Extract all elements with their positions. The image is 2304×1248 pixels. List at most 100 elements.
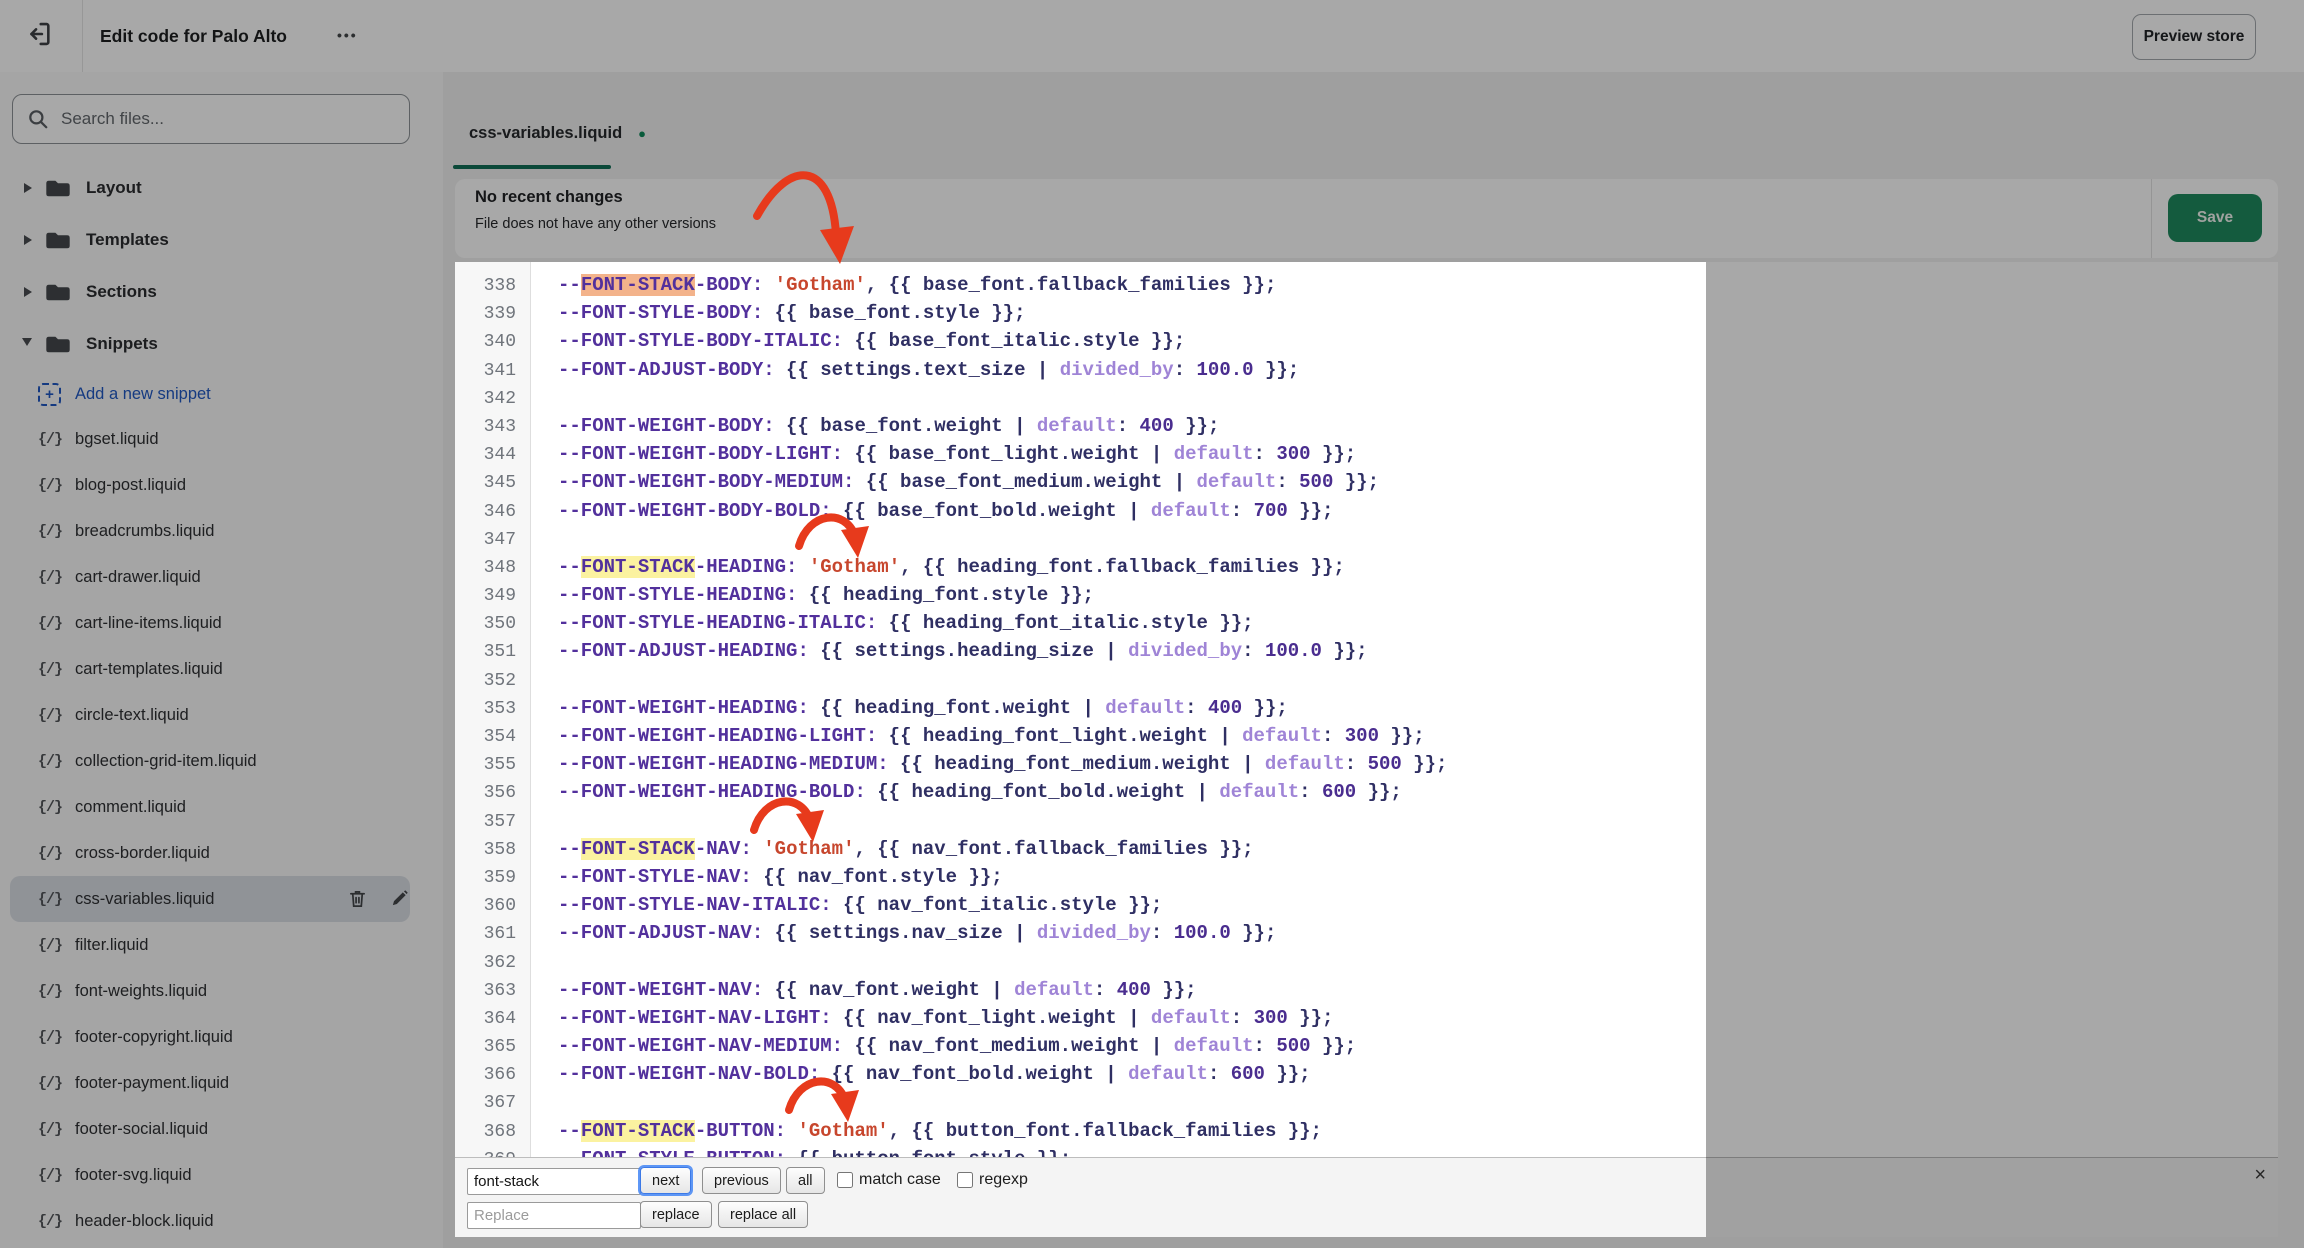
folder-label: Sections — [86, 282, 157, 302]
file-item-cart-line-items[interactable]: {/}cart-line-items.liquid — [10, 600, 410, 646]
code-line-360: 360--FONT-STYLE-NAV-ITALIC: {{ nav_font_… — [455, 891, 2278, 919]
line-number: 347 — [455, 526, 530, 554]
code-file-icon: {/} — [38, 477, 62, 494]
replace-button[interactable]: replace — [640, 1201, 712, 1228]
file-item-cross-border[interactable]: {/}cross-border.liquid — [10, 830, 410, 876]
code-line-358: 358--FONT-STACK-NAV: 'Gotham', {{ nav_fo… — [455, 835, 2278, 863]
code-editor[interactable]: 338--FONT-STACK-BODY: 'Gotham', {{ base_… — [455, 262, 2278, 1237]
code-file-icon: {/} — [38, 1075, 62, 1092]
file-item-bgset[interactable]: {/}bgset.liquid — [10, 416, 410, 462]
sidebar-folder-sections[interactable]: Sections — [0, 267, 443, 317]
line-number: 348 — [455, 554, 530, 582]
replace-input[interactable] — [467, 1202, 641, 1229]
sidebar-folder-layout[interactable]: Layout — [0, 163, 443, 213]
code-file-icon: {/} — [38, 431, 62, 448]
file-item-footer-svg[interactable]: {/}footer-svg.liquid — [10, 1152, 410, 1198]
line-number: 361 — [455, 920, 530, 948]
file-item-filter[interactable]: {/}filter.liquid — [10, 922, 410, 968]
folder-icon — [45, 282, 71, 303]
code-file-icon: {/} — [38, 983, 62, 1000]
line-number: 360 — [455, 892, 530, 920]
match-case-checkbox[interactable] — [837, 1172, 853, 1188]
line-number: 363 — [455, 977, 530, 1005]
code-line-340: 340--FONT-STYLE-BODY-ITALIC: {{ base_fon… — [455, 327, 2278, 355]
code-line-353: 353--FONT-WEIGHT-HEADING: {{ heading_fon… — [455, 694, 2278, 722]
find-next-button[interactable]: next — [640, 1167, 691, 1194]
code-line-365: 365--FONT-WEIGHT-NAV-MEDIUM: {{ nav_font… — [455, 1032, 2278, 1060]
code-line-346: 346--FONT-WEIGHT-BODY-BOLD: {{ base_font… — [455, 497, 2278, 525]
file-label: footer-copyright.liquid — [75, 1028, 233, 1047]
file-item-circle-text[interactable]: {/}circle-text.liquid — [10, 692, 410, 738]
rename-file-icon[interactable] — [390, 889, 409, 908]
file-item-breadcrumbs[interactable]: {/}breadcrumbs.liquid — [10, 508, 410, 554]
code-line-364: 364--FONT-WEIGHT-NAV-LIGHT: {{ nav_font_… — [455, 1004, 2278, 1032]
version-info-bar: No recent changes File does not have any… — [455, 179, 2278, 258]
find-input[interactable] — [467, 1168, 641, 1195]
line-number: 341 — [455, 357, 530, 385]
search-match-current: FONT-STACK — [581, 274, 695, 296]
file-label: cart-line-items.liquid — [75, 614, 222, 633]
more-actions-menu[interactable]: ••• — [337, 0, 358, 70]
line-number: 338 — [455, 272, 530, 300]
file-item-footer-social[interactable]: {/} footer-social.liquid — [10, 1106, 410, 1152]
search-match: FONT-STACK — [581, 838, 695, 860]
file-item-collection-grid-item[interactable]: {/}collection-grid-item.liquid — [10, 738, 410, 784]
file-label: filter.liquid — [75, 936, 148, 955]
sidebar-folder-templates[interactable]: Templates — [0, 215, 443, 265]
code-line-354: 354--FONT-WEIGHT-HEADING-LIGHT: {{ headi… — [455, 722, 2278, 750]
main-panel: css-variables.liquid ● No recent changes… — [443, 72, 2304, 1248]
find-all-button[interactable]: all — [786, 1167, 825, 1194]
file-item-blog-post[interactable]: {/}blog-post.liquid — [10, 462, 410, 508]
file-item-comment[interactable]: {/} comment.liquid — [10, 784, 410, 830]
tab-css-variables[interactable]: css-variables.liquid ● — [455, 98, 672, 168]
code-lines: 338--FONT-STACK-BODY: 'Gotham', {{ base_… — [455, 271, 2278, 1173]
line-number: 345 — [455, 469, 530, 497]
folder-label: Templates — [86, 230, 169, 250]
save-button[interactable]: Save — [2168, 194, 2262, 242]
chevron-right-icon — [24, 235, 32, 245]
code-file-icon: {/} — [38, 799, 62, 816]
file-item-footer-copyright[interactable]: {/} footer-copyright.liquid — [10, 1014, 410, 1060]
file-label: collection-grid-item.liquid — [75, 752, 257, 771]
add-new-snippet-link[interactable]: + Add a new snippet — [0, 372, 443, 416]
find-previous-button[interactable]: previous — [702, 1167, 781, 1194]
collapse-sidebar-button[interactable] — [16, 13, 62, 59]
file-label: font-weights.liquid — [75, 982, 207, 1001]
file-label: breadcrumbs.liquid — [75, 522, 214, 541]
code-line-363: 363--FONT-WEIGHT-NAV: {{ nav_font.weight… — [455, 976, 2278, 1004]
file-label: comment.liquid — [75, 798, 186, 817]
code-line-359: 359--FONT-STYLE-NAV: {{ nav_font.style }… — [455, 863, 2278, 891]
code-line-342: 342 — [455, 384, 2278, 412]
close-find-bar-icon[interactable]: × — [2254, 1164, 2266, 1187]
regexp-checkbox[interactable] — [957, 1172, 973, 1188]
file-item-font-weights[interactable]: {/} font-weights.liquid — [10, 968, 410, 1014]
save-section: Save — [2151, 179, 2278, 258]
code-line-366: 366--FONT-WEIGHT-NAV-BOLD: {{ nav_font_b… — [455, 1060, 2278, 1088]
match-case-label: match case — [859, 1171, 941, 1189]
add-snippet-icon: + — [38, 383, 61, 406]
file-item-cart-templates[interactable]: {/}cart-templates.liquid — [10, 646, 410, 692]
version-info-title: No recent changes — [475, 188, 623, 207]
file-label: footer-social.liquid — [75, 1120, 208, 1139]
line-number: 362 — [455, 949, 530, 977]
file-item-footer-payment[interactable]: {/} footer-payment.liquid — [10, 1060, 410, 1106]
sidebar-folder-snippets[interactable]: Snippets — [0, 319, 443, 369]
folder-label: Snippets — [86, 334, 158, 354]
file-item-header-block[interactable]: {/}header-block.liquid — [10, 1198, 410, 1244]
code-file-icon: {/} — [38, 1029, 62, 1046]
replace-all-button[interactable]: replace all — [718, 1201, 808, 1228]
file-item-cart-drawer[interactable]: {/}cart-drawer.liquid — [10, 554, 410, 600]
search-files-input[interactable] — [59, 96, 393, 142]
preview-store-button[interactable]: Preview store — [2132, 14, 2256, 60]
line-number: 364 — [455, 1005, 530, 1033]
line-number: 349 — [455, 582, 530, 610]
file-label: footer-payment.liquid — [75, 1074, 229, 1093]
line-number: 359 — [455, 864, 530, 892]
delete-file-icon[interactable] — [348, 889, 367, 908]
code-line-356: 356--FONT-WEIGHT-HEADING-BOLD: {{ headin… — [455, 778, 2278, 806]
line-number: 350 — [455, 610, 530, 638]
file-label: css-variables.liquid — [75, 890, 214, 909]
file-label: cart-drawer.liquid — [75, 568, 201, 587]
file-item-css-variables[interactable]: {/}css-variables.liquid — [10, 876, 410, 922]
code-file-icon: {/} — [38, 1121, 62, 1138]
